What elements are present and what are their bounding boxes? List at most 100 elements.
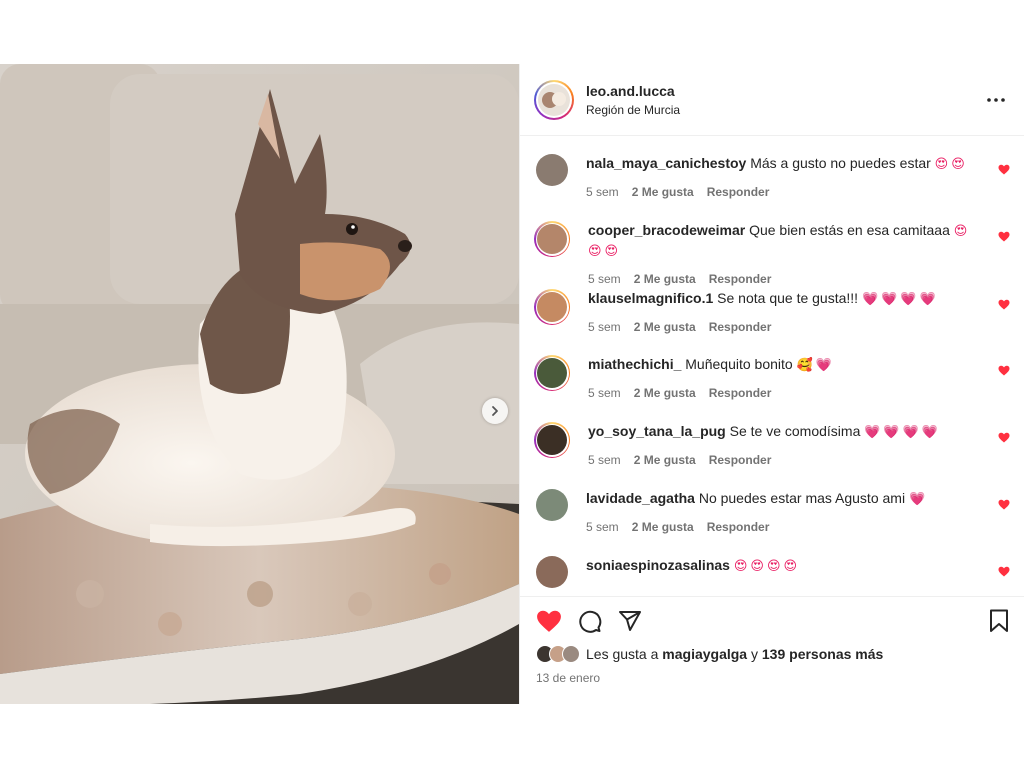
- comment-age[interactable]: 5 sem: [586, 518, 619, 536]
- avatar: [537, 425, 567, 455]
- comment-item: cooper_bracodeweimar Que bien estás en e…: [534, 221, 1010, 288]
- reply-button[interactable]: Responder: [707, 518, 770, 536]
- comment-emoji: 🥰💗: [796, 358, 835, 373]
- comment-username[interactable]: yo_soy_tana_la_pug: [588, 423, 726, 439]
- reply-button[interactable]: Responder: [709, 451, 772, 469]
- comment-avatar-ring[interactable]: [534, 289, 570, 325]
- heart-icon[interactable]: [998, 299, 1010, 310]
- next-image-button[interactable]: [482, 398, 508, 424]
- avatar[interactable]: [536, 154, 568, 186]
- comment-text: No puedes estar mas Agusto ami: [698, 490, 906, 506]
- comment-text: Más a gusto no puedes estar: [750, 155, 931, 171]
- comment-body: yo_soy_tana_la_pug Se te ve comodísima 💗…: [588, 422, 973, 469]
- heart-icon[interactable]: [998, 432, 1010, 443]
- comment-age[interactable]: 5 sem: [588, 451, 621, 469]
- likes-connector: y: [751, 646, 758, 662]
- comment-meta: 5 sem 2 Me gusta Responder: [586, 183, 971, 201]
- post-sidebar: leo.and.lucca Región de Murcia nala_maya…: [519, 64, 1024, 704]
- comment-body: klauselmagnifico.1 Se nota que te gusta!…: [588, 289, 973, 336]
- comment-meta: 5 sem 2 Me gusta Responder: [588, 384, 973, 402]
- comment-age[interactable]: 5 sem: [588, 384, 621, 402]
- comment-age[interactable]: 5 sem: [586, 183, 619, 201]
- liker-username[interactable]: magiaygalga: [662, 646, 747, 662]
- comment-username[interactable]: klauselmagnifico.1: [588, 290, 713, 306]
- comment-likes[interactable]: 2 Me gusta: [632, 518, 694, 536]
- comment-item: nala_maya_canichestoy Más a gusto no pue…: [536, 154, 1010, 201]
- comment-icon[interactable]: [578, 609, 602, 633]
- comment-emoji: 💗: [908, 492, 929, 507]
- avatar[interactable]: [536, 489, 568, 521]
- heart-icon[interactable]: [998, 231, 1010, 242]
- comment-meta: 5 sem 2 Me gusta Responder: [586, 518, 971, 536]
- comment-item: soniaespinozasalinas 😍😍😍😍: [536, 556, 1010, 588]
- comment-meta: 5 sem 2 Me gusta Responder: [588, 318, 973, 336]
- comment-age[interactable]: 5 sem: [588, 318, 621, 336]
- comment-text: Que bien estás en esa camitaaa: [749, 222, 950, 238]
- reply-button[interactable]: Responder: [707, 183, 770, 201]
- heart-icon[interactable]: [536, 609, 562, 633]
- chevron-right-icon: [492, 406, 498, 416]
- comment-body: lavidade_agatha No puedes estar mas Agus…: [586, 489, 971, 536]
- comment-text: Se te ve comodísima: [729, 423, 861, 439]
- comment-text: Muñequito bonito: [685, 356, 793, 372]
- reply-button[interactable]: Responder: [709, 384, 772, 402]
- comment-text: Se nota que te gusta!!!: [717, 290, 859, 306]
- more-options-button[interactable]: [984, 88, 1008, 112]
- author-avatar: [538, 83, 570, 116]
- comment-body: soniaespinozasalinas 😍😍😍😍: [586, 556, 971, 588]
- comments-list[interactable]: nala_maya_canichestoy Más a gusto no pue…: [520, 136, 1024, 596]
- avatar[interactable]: [536, 556, 568, 588]
- comment-avatar-ring[interactable]: [534, 355, 570, 391]
- comment-item: miathechichi_ Muñequito bonito 🥰💗 5 sem 2 …: [534, 355, 1010, 402]
- comment-username[interactable]: soniaespinozasalinas: [586, 557, 730, 573]
- comment-body: nala_maya_canichestoy Más a gusto no pue…: [586, 154, 971, 201]
- comment-emoji: 😍😍😍😍: [733, 559, 801, 574]
- likes-prefix: Les gusta a: [586, 646, 659, 662]
- post-actions: Les gusta a magiaygalga y 139 personas m…: [520, 596, 1024, 704]
- share-icon[interactable]: [618, 609, 642, 633]
- comment-meta: 5 sem 2 Me gusta Responder: [588, 451, 973, 469]
- comment-body: miathechichi_ Muñequito bonito 🥰💗 5 sem 2 …: [588, 355, 973, 402]
- reply-button[interactable]: Responder: [709, 270, 772, 288]
- heart-icon[interactable]: [998, 365, 1010, 376]
- heart-icon[interactable]: [998, 499, 1010, 510]
- post-date[interactable]: 13 de enero: [536, 671, 1010, 685]
- post-dialog: leo.and.lucca Región de Murcia nala_maya…: [0, 64, 1024, 704]
- comment-item: lavidade_agatha No puedes estar mas Agus…: [536, 489, 1010, 536]
- comment-emoji: 💗💗💗💗: [861, 292, 939, 307]
- likes-summary[interactable]: Les gusta a magiaygalga y 139 personas m…: [536, 645, 1010, 663]
- author-location[interactable]: Región de Murcia: [586, 103, 680, 117]
- liker-avatars: [536, 645, 580, 663]
- post-media[interactable]: [0, 64, 519, 704]
- comment-meta: 5 sem 2 Me gusta Responder: [588, 270, 973, 288]
- comment-username[interactable]: cooper_bracodeweimar: [588, 222, 745, 238]
- comment-age[interactable]: 5 sem: [588, 270, 621, 288]
- reply-button[interactable]: Responder: [709, 318, 772, 336]
- likes-others[interactable]: 139 personas más: [762, 646, 883, 662]
- comment-item: yo_soy_tana_la_pug Se te ve comodísima 💗…: [534, 422, 1010, 469]
- author-username[interactable]: leo.and.lucca: [586, 83, 680, 99]
- comment-avatar-ring[interactable]: [534, 221, 570, 257]
- dog-photo: [0, 64, 519, 704]
- comment-emoji: 💗💗💗💗: [864, 425, 941, 440]
- comment-item: klauselmagnifico.1 Se nota que te gusta!…: [534, 289, 1010, 336]
- comment-username[interactable]: nala_maya_canichestoy: [586, 155, 746, 171]
- comment-body: cooper_bracodeweimar Que bien estás en e…: [588, 221, 973, 288]
- comment-username[interactable]: lavidade_agatha: [586, 490, 695, 506]
- bookmark-icon[interactable]: [988, 609, 1010, 633]
- comment-username[interactable]: miathechichi_: [588, 356, 681, 372]
- avatar: [537, 224, 567, 254]
- avatar: [537, 358, 567, 388]
- comment-likes[interactable]: 2 Me gusta: [632, 183, 694, 201]
- comment-likes[interactable]: 2 Me gusta: [634, 384, 696, 402]
- comment-likes[interactable]: 2 Me gusta: [634, 451, 696, 469]
- author-avatar-ring[interactable]: [534, 79, 574, 120]
- avatar: [537, 292, 567, 322]
- heart-icon[interactable]: [998, 164, 1010, 175]
- more-icon: [987, 97, 1005, 102]
- comment-avatar-ring[interactable]: [534, 422, 570, 458]
- comment-likes[interactable]: 2 Me gusta: [634, 270, 696, 288]
- post-header: leo.and.lucca Región de Murcia: [520, 64, 1024, 136]
- heart-icon[interactable]: [998, 566, 1010, 577]
- comment-likes[interactable]: 2 Me gusta: [634, 318, 696, 336]
